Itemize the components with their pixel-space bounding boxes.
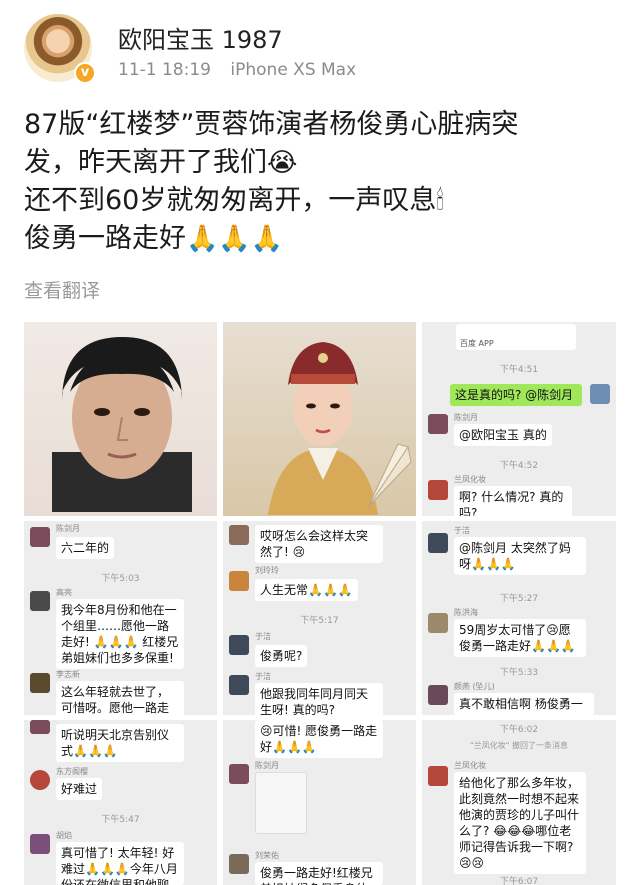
- received-message: 这么年轻就去世了，可惜呀。愿他一路走好。: [56, 681, 184, 715]
- avatar: [30, 720, 50, 734]
- post-time: 11-1 18:19: [118, 60, 211, 80]
- received-message: 他跟我同年同月同天生呀! 真的吗?: [255, 683, 383, 715]
- chat-screenshot-3[interactable]: 百度 APP 下午4:51 这是真的吗? @陈剑月 陈剑月 @欧阳宝玉 真的 下…: [422, 322, 616, 516]
- received-message: 😢可惜! 愿俊勇一路走好🙏🙏🙏: [255, 720, 383, 758]
- sender-name: 颜燕 (坠儿): [454, 682, 495, 691]
- chat-time: 下午6:07: [499, 877, 539, 885]
- praying-hands-icon: 🙏🙏🙏: [186, 224, 284, 254]
- avatar: [30, 591, 50, 611]
- received-message: 俊勇一路走好!红楼兄弟姐妹们多保重身体: [255, 862, 383, 885]
- post-line-4-text: 俊勇一路走好: [24, 223, 186, 254]
- received-message: 俊勇呢?: [255, 645, 308, 667]
- post-line-3-text: 还不到60岁就匆匆离开，一声叹息: [24, 185, 437, 216]
- sender-name: 胡焰: [56, 831, 72, 840]
- avatar: [428, 533, 448, 553]
- sender-name: 刘荣佑: [255, 851, 279, 860]
- crying-face-icon: 😭: [267, 148, 298, 178]
- post-line-1: 87版“红楼梦”贾蓉饰演者杨俊勇心脏病突: [24, 109, 519, 140]
- sender-name: 陈剑月: [56, 524, 80, 533]
- image-grid: 百度 APP 下午4:51 这是真的吗? @陈剑月 陈剑月 @欧阳宝玉 真的 下…: [24, 322, 616, 885]
- received-message: 六二年的: [56, 537, 115, 559]
- post-header: v 欧阳宝玉 1987 11-1 18:19 iPhone XS Max: [24, 12, 624, 92]
- received-message: 给他化了那么多年妆，此刻竟然一时想不起来他演的贾珍的儿子叫什么了? 😂😂😂哪位老…: [454, 772, 586, 874]
- sender-name: 陈剑月: [454, 413, 478, 422]
- received-message: @陈剑月 太突然了妈呀🙏🙏🙏: [454, 537, 586, 575]
- chat-time: 下午5:17: [300, 616, 339, 626]
- avatar: [30, 673, 50, 693]
- received-message: 啊? 什么情况? 真的吗?: [454, 486, 572, 516]
- chat-time: 下午5:03: [101, 574, 140, 584]
- chat-screenshot-4[interactable]: 陈剑月 六二年的 下午5:03 高亮 我今年8月份和他在一个组里……愿他一路走好…: [24, 521, 217, 715]
- chat-time: 下午5:47: [101, 815, 140, 825]
- chat-time: 下午4:52: [499, 461, 539, 471]
- verified-badge-icon: v: [74, 62, 96, 84]
- recall-notice: "兰凤化妆" 撤回了一条消息: [470, 741, 568, 750]
- avatar: [229, 675, 249, 695]
- received-message: 真不敢相信啊 杨俊勇一: [454, 693, 594, 715]
- translate-link[interactable]: 查看翻译: [24, 276, 100, 303]
- chat-time: 下午4:51: [499, 365, 539, 375]
- post-line-2-text: 发，昨天离开了我们: [24, 147, 267, 178]
- received-message: 我今年8月份和他在一个组里……愿他一路走好! 🙏🙏🙏 红楼兄弟姐妹们也多多保重!: [56, 599, 184, 669]
- chat-time: 下午5:27: [499, 594, 539, 604]
- chat-screenshot-7[interactable]: 听说明天北京告别仪式🙏🙏🙏 东方阁樱 好难过 下午5:47 胡焰 真可惜了! 太…: [24, 720, 217, 885]
- avatar: [428, 480, 448, 500]
- avatar: [229, 571, 249, 591]
- sender-name: 刘玲玲: [255, 566, 279, 575]
- avatar: [229, 525, 249, 545]
- post-line-3: 还不到60岁就匆匆离开，一声叹息🕯: [24, 182, 624, 220]
- sender-name: 陈洪海: [454, 608, 478, 617]
- sender-name: 高亮: [56, 588, 72, 597]
- app-source-label: 百度 APP: [460, 339, 494, 348]
- post-text: 87版“红楼梦”贾蓉饰演者杨俊勇心脏病突 发，昨天离开了我们😭 还不到60岁就匆…: [24, 106, 624, 258]
- received-message: 真可惜了! 太年轻! 好难过🙏🙏🙏今年八月份还在微信里和他聊: [56, 842, 184, 885]
- avatar: [30, 527, 50, 547]
- chat-screenshot-6[interactable]: 于洁 @陈剑月 太突然了妈呀🙏🙏🙏 下午5:27 陈洪海 59周岁太可惜了😢愿俊…: [422, 521, 616, 715]
- author-username[interactable]: 欧阳宝玉 1987: [118, 20, 283, 55]
- avatar: [590, 384, 610, 404]
- avatar: [229, 635, 249, 655]
- avatar: [30, 834, 50, 854]
- received-message: 人生无常🙏🙏🙏: [255, 579, 358, 601]
- sender-name: 兰凤化妆: [454, 475, 486, 484]
- avatar: [229, 764, 249, 784]
- post-meta: 11-1 18:19 iPhone XS Max: [118, 60, 370, 80]
- chat-screenshot-8[interactable]: 😢可惜! 愿俊勇一路走好🙏🙏🙏 陈剑月 刘荣佑 俊勇一路走好!红楼兄弟姐妹们多保…: [223, 720, 416, 885]
- avatar: [428, 766, 448, 786]
- received-message: 哎呀怎么会这样太突然了! 😢: [255, 525, 383, 563]
- received-message: 59周岁太可惜了😢愿俊勇一路走好🙏🙏🙏: [454, 619, 586, 657]
- avatar: [30, 770, 50, 790]
- fan-icon: [367, 443, 412, 508]
- sender-name: 于洁: [255, 632, 271, 641]
- image-message: [255, 772, 307, 834]
- post-line-4: 俊勇一路走好🙏🙏🙏: [24, 220, 624, 258]
- chat-time: 下午5:33: [499, 668, 539, 678]
- sender-name: 陈剑月: [255, 761, 279, 770]
- received-message: @欧阳宝玉 真的: [454, 424, 552, 446]
- avatar: [428, 685, 448, 705]
- chat-time: 下午6:02: [499, 725, 539, 735]
- sender-name: 李志新: [56, 670, 80, 679]
- post-device: iPhone XS Max: [230, 60, 357, 80]
- image-portrait-modern[interactable]: [24, 322, 217, 516]
- sender-name: 于洁: [454, 526, 470, 535]
- chat-screenshot-5[interactable]: 哎呀怎么会这样太突然了! 😢 刘玲玲 人生无常🙏🙏🙏 下午5:17 于洁 俊勇呢…: [223, 521, 416, 715]
- post-line-2: 发，昨天离开了我们😭: [24, 144, 624, 182]
- author-avatar[interactable]: v: [24, 14, 96, 84]
- candle-icon: 🕯: [436, 186, 444, 216]
- image-portrait-costume[interactable]: [223, 322, 416, 516]
- sender-name: 东方阁樱: [56, 767, 88, 776]
- man-portrait-icon: [52, 337, 192, 512]
- received-message: 好难过: [56, 778, 103, 800]
- avatar: [428, 613, 448, 633]
- sender-name: 于洁: [255, 672, 271, 681]
- avatar: [229, 854, 249, 874]
- sent-message: 这是真的吗? @陈剑月: [450, 384, 582, 406]
- chat-screenshot-9[interactable]: 下午6:02 "兰凤化妆" 撤回了一条消息 兰凤化妆 给他化了那么多年妆，此刻竟…: [422, 720, 616, 885]
- avatar: [428, 414, 448, 434]
- received-message: 听说明天北京告别仪式🙏🙏🙏: [56, 724, 184, 762]
- sender-name: 兰凤化妆: [454, 761, 486, 770]
